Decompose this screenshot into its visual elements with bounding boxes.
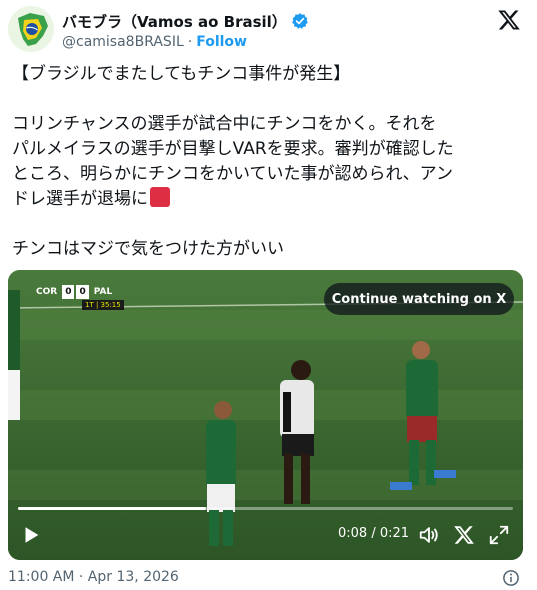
follow-button[interactable]: Follow [196, 34, 247, 50]
match-clock: 1T | 35:15 [82, 300, 124, 310]
away-team: PAL [93, 287, 113, 297]
tweet-timestamp[interactable]: 11:00 AM · Apr 13, 2026 [8, 569, 179, 585]
video-player[interactable]: COR 0 0 PAL 1T | 35:15 Continue watching… [8, 270, 523, 560]
separator: · [187, 34, 193, 50]
time-display: 0:08 / 0:21 [338, 526, 410, 541]
handle[interactable]: @camisa8BRASIL [62, 34, 184, 50]
continue-watching-button[interactable]: Continue watching on X [324, 283, 514, 315]
tweet-line: ところ、明らかにチンコをかいていた事が認められ、アン [12, 164, 453, 184]
scoreboard: COR 0 0 PAL [32, 284, 116, 300]
tweet-line: ドレ選手が退場に [12, 187, 527, 212]
close-icon[interactable] [453, 524, 475, 546]
handle-row: @camisa8BRASIL · Follow [62, 33, 247, 51]
tweet-line: パルメイラスの選手が目撃しVARを要求。審判が確認した [12, 139, 454, 159]
play-icon[interactable] [20, 524, 42, 546]
red-square-emoji-icon [150, 187, 170, 207]
progress-bar[interactable] [18, 507, 513, 510]
fullscreen-icon[interactable] [488, 524, 510, 546]
tweet-line-text: ドレ選手が退場に [12, 189, 148, 209]
x-logo-icon[interactable] [497, 8, 521, 32]
name-row: バモブラ（Vamos ao Brasil） [62, 10, 309, 32]
away-score: 0 [76, 285, 89, 299]
home-team: COR [36, 287, 58, 297]
verified-badge-icon [291, 13, 308, 29]
info-icon[interactable] [502, 569, 520, 587]
display-name[interactable]: バモブラ（Vamos ao Brasil） [62, 11, 287, 32]
tweet-line: 【ブラジルでまたしてもチンコ事件が発生】 [12, 64, 351, 84]
brazil-map-icon [8, 6, 54, 52]
tweet-line: コリンチャンスの選手が試合中にチンコをかく。それを [12, 114, 437, 134]
tweet-text: 【ブラジルでまたしてもチンコ事件が発生】 コリンチャンスの選手が試合中にチンコを… [12, 62, 527, 262]
tweet-line: チンコはマジで気をつけた方がいい [12, 239, 284, 259]
video-controls: 0:08 / 0:21 [8, 518, 523, 552]
home-score: 0 [62, 285, 75, 299]
progress-fill [18, 507, 207, 510]
tweet-header: バモブラ（Vamos ao Brasil） @camisa8BRASIL · F… [8, 6, 529, 52]
volume-icon[interactable] [418, 524, 440, 546]
avatar[interactable] [8, 6, 54, 52]
